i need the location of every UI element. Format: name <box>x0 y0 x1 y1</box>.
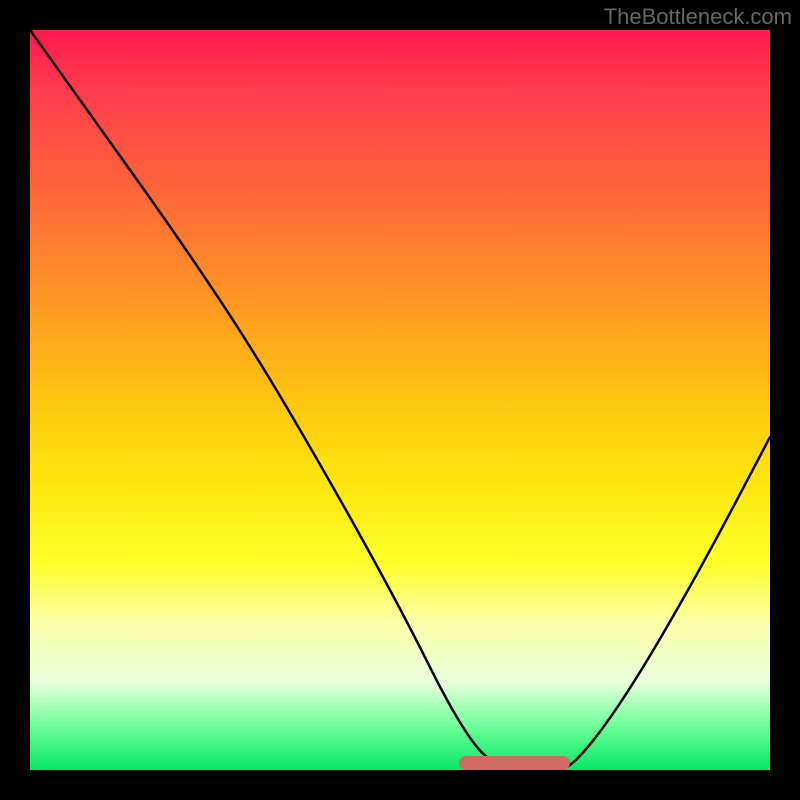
watermark-text: TheBottleneck.com <box>604 4 792 30</box>
bottleneck-curve-svg <box>30 30 770 770</box>
bottleneck-curve-path <box>30 30 770 770</box>
plot-background <box>30 30 770 770</box>
plateau-marker <box>459 756 570 770</box>
